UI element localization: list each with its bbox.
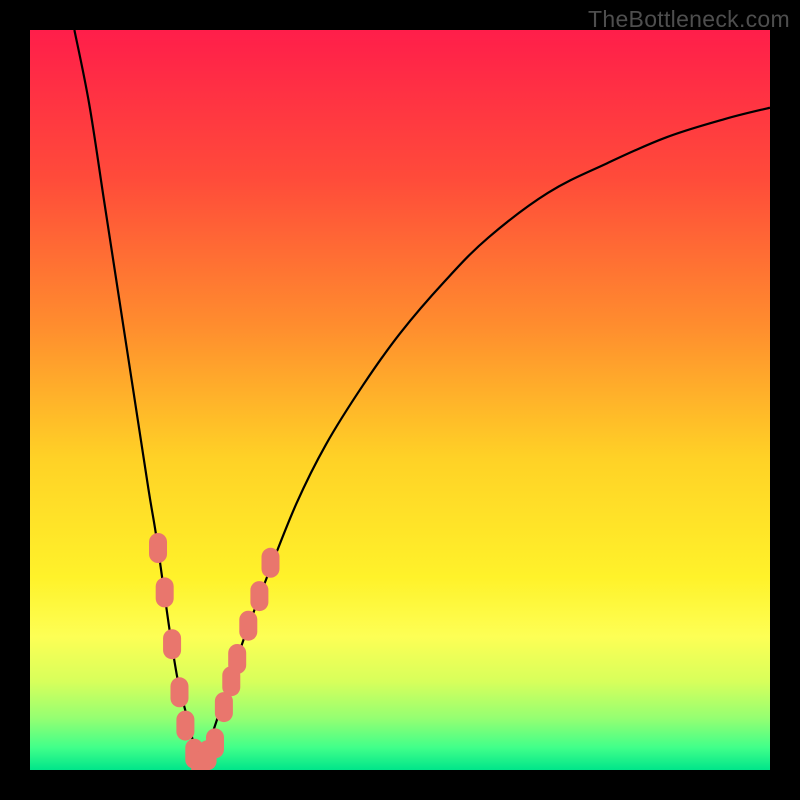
marker-point	[206, 728, 224, 758]
marker-point	[149, 533, 167, 563]
marker-point	[163, 629, 181, 659]
chart-frame: TheBottleneck.com	[0, 0, 800, 800]
marker-point	[170, 677, 188, 707]
marker-point	[262, 548, 280, 578]
plot-area	[30, 30, 770, 770]
watermark-text: TheBottleneck.com	[588, 6, 790, 33]
chart-svg	[30, 30, 770, 770]
marker-point	[250, 581, 268, 611]
marker-point	[156, 577, 174, 607]
marker-point	[239, 611, 257, 641]
marker-point	[228, 644, 246, 674]
marker-point	[176, 711, 194, 741]
marker-point	[215, 692, 233, 722]
